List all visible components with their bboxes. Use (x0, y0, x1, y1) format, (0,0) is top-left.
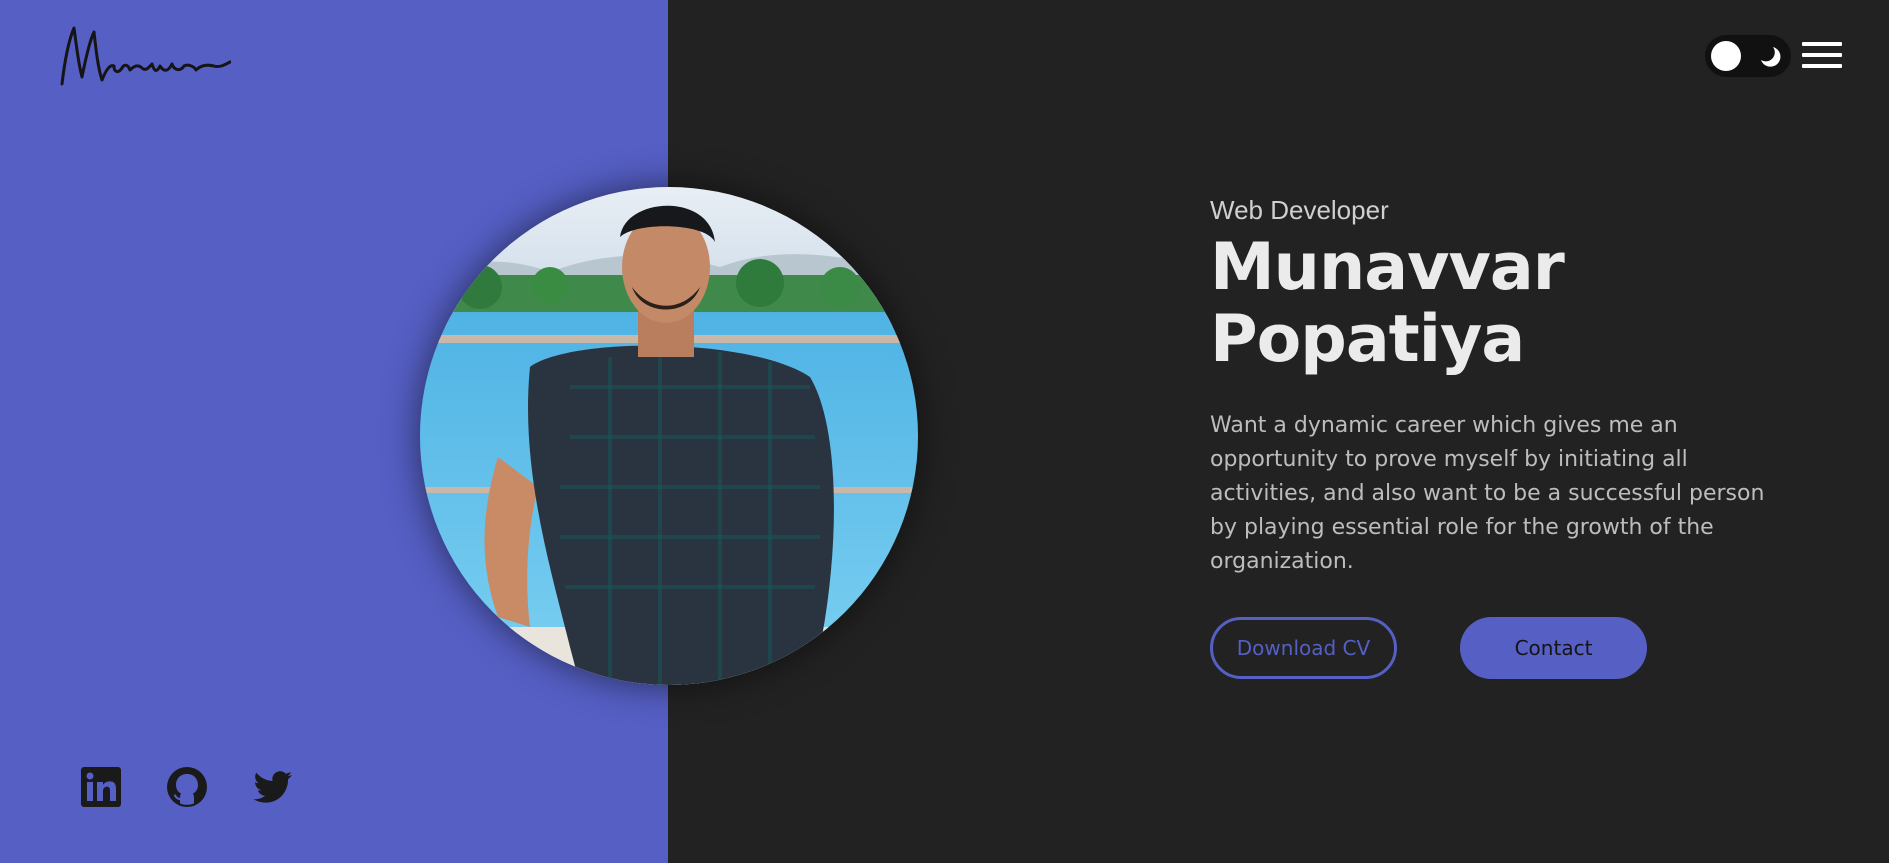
signature-logo-icon (60, 26, 232, 86)
contact-button[interactable]: Contact (1460, 617, 1647, 679)
hero-description: Want a dynamic career which gives me an … (1210, 413, 1765, 574)
profile-photo-illustration (420, 187, 918, 685)
hamburger-menu-icon[interactable] (1802, 42, 1842, 72)
menu-bar (1802, 42, 1842, 46)
menu-bar (1802, 53, 1842, 57)
twitter-icon[interactable] (252, 766, 294, 808)
moon-icon (1761, 47, 1781, 67)
name-last: Popatiya (1210, 302, 1525, 377)
name-first: Munavvar (1210, 230, 1565, 305)
linkedin-icon[interactable] (80, 766, 122, 808)
theme-toggle[interactable] (1705, 35, 1791, 77)
hero-actions: Download CV Contact (1210, 617, 1647, 679)
github-icon[interactable] (166, 766, 208, 808)
person-name: Munavvar Popatiya (1210, 232, 1770, 376)
profile-photo (420, 187, 918, 685)
job-title: Web Developer (1210, 195, 1389, 225)
social-links (80, 766, 294, 808)
sun-knob-icon (1711, 41, 1741, 71)
download-cv-button[interactable]: Download CV (1210, 617, 1397, 679)
menu-bar (1802, 64, 1842, 68)
logo-signature[interactable] (56, 22, 232, 92)
hero-section: Web Developer Munavvar Popatiya Want a d… (1210, 195, 1770, 579)
